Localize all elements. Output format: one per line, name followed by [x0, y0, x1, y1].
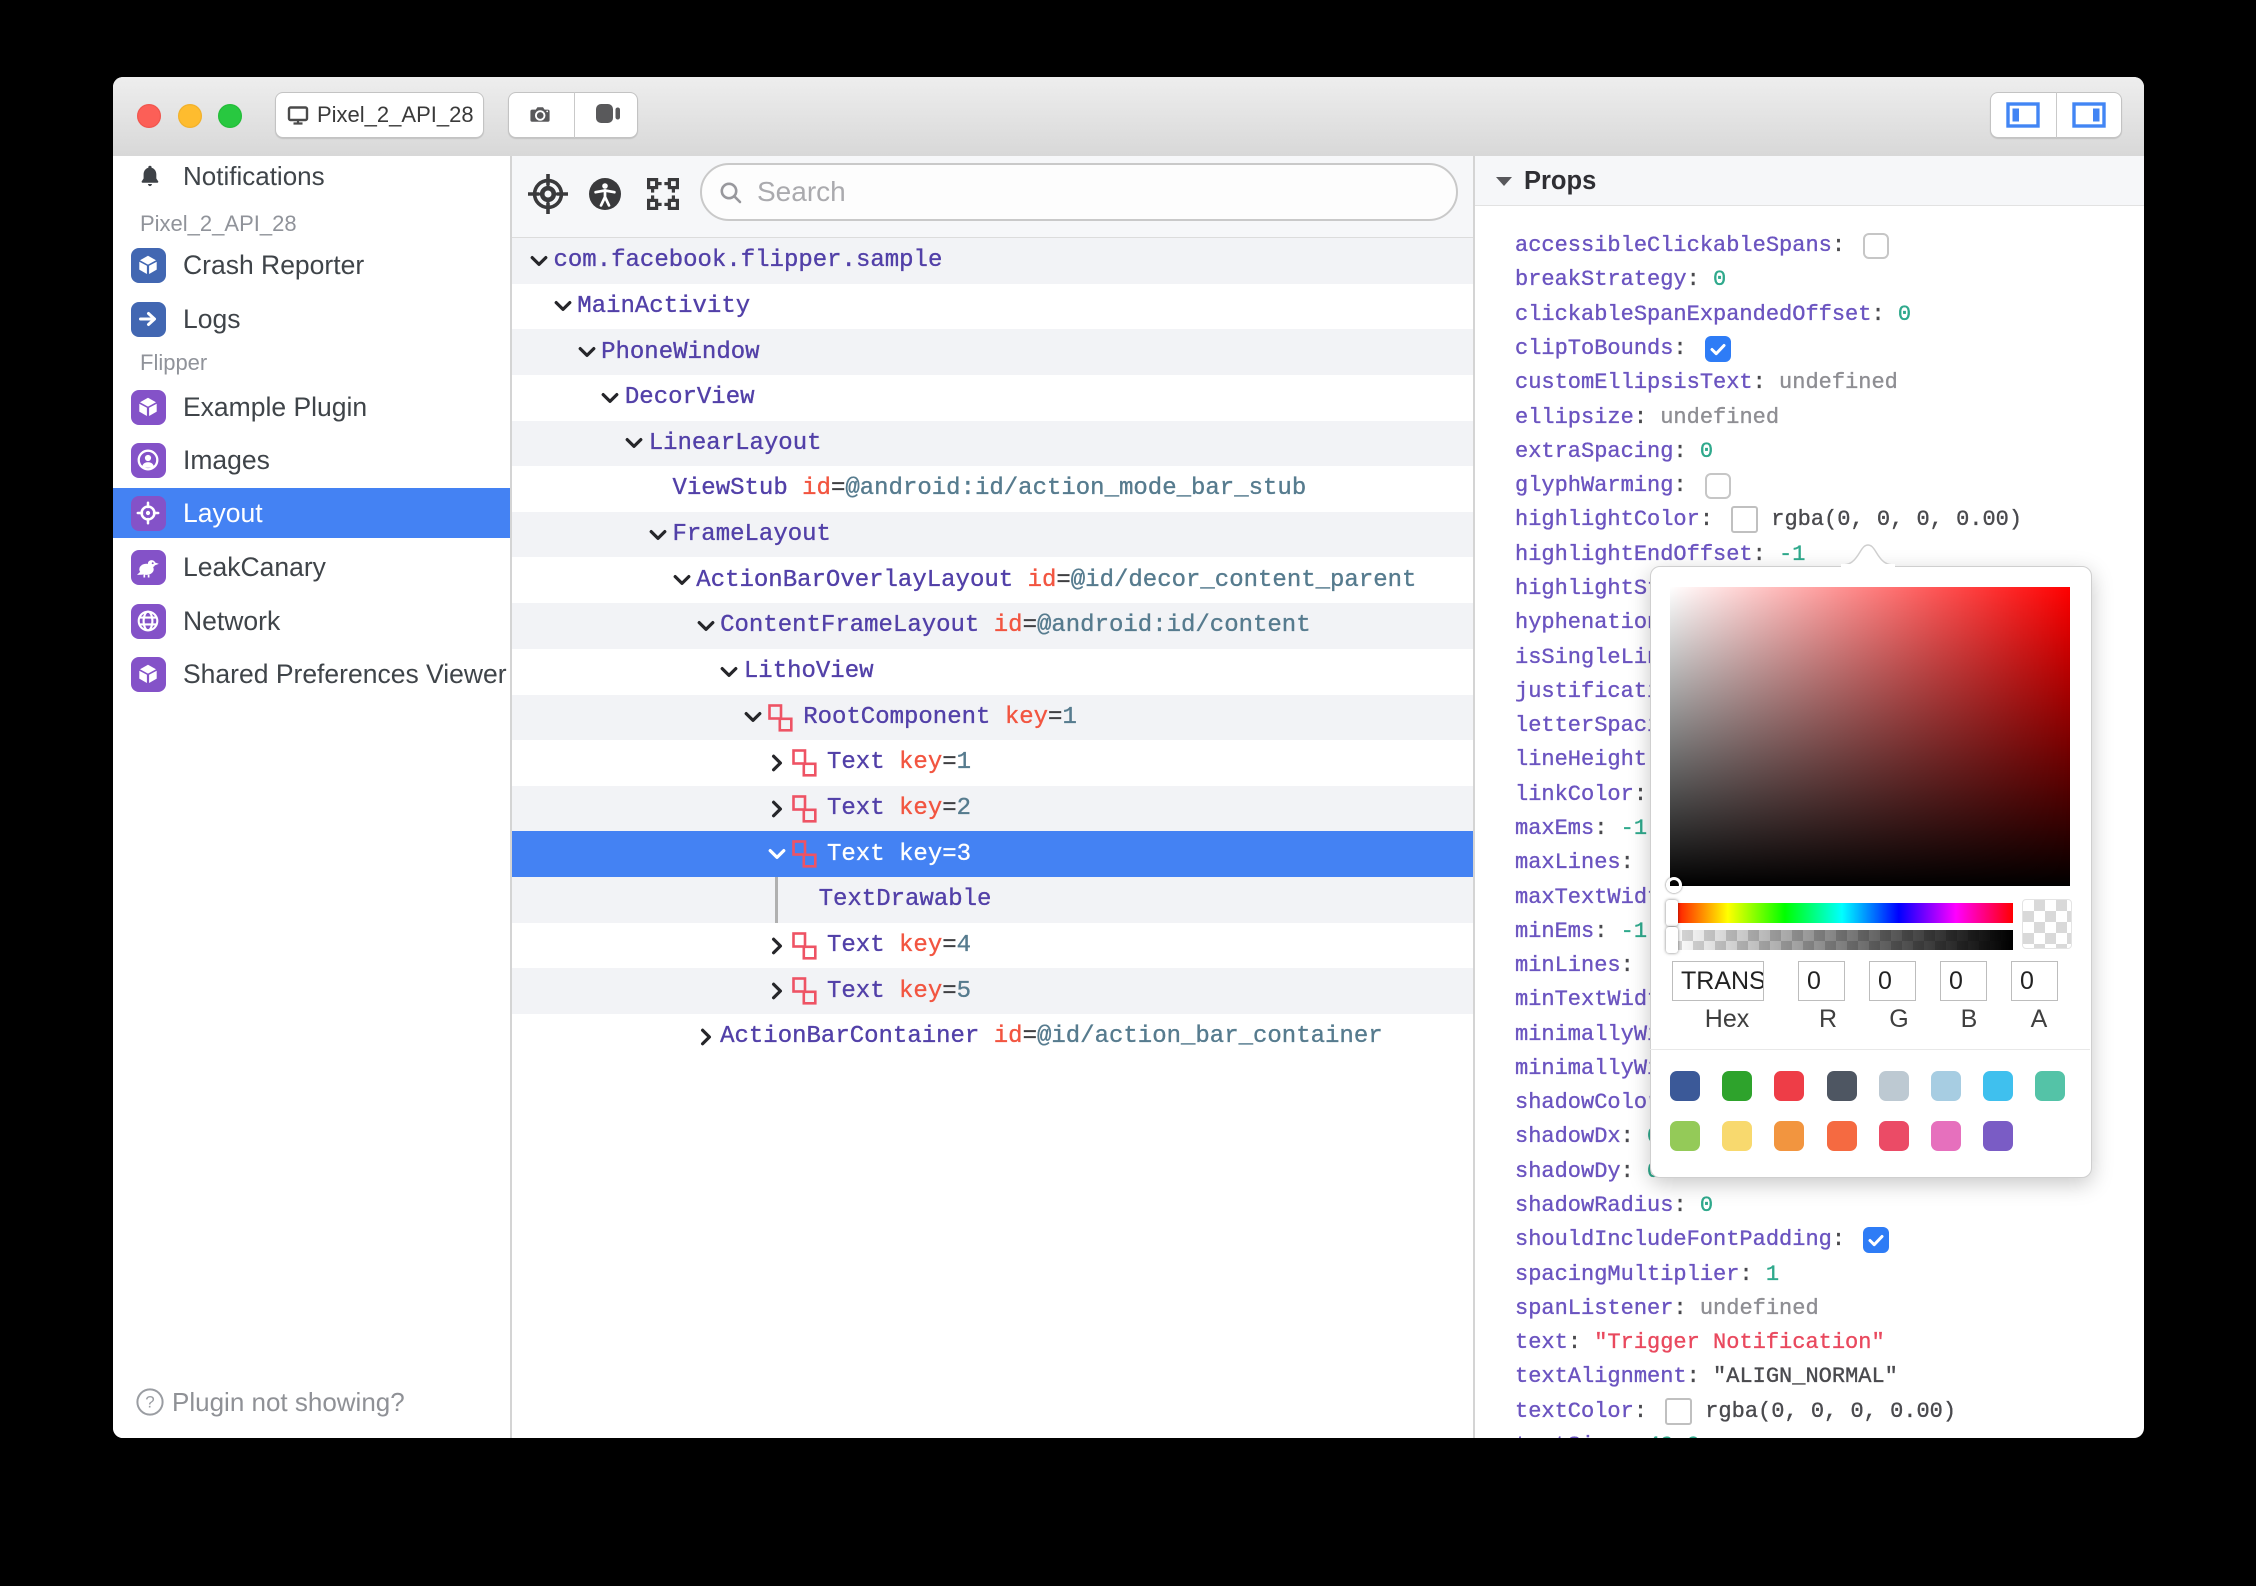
svg-text:?: ? — [145, 1393, 154, 1412]
